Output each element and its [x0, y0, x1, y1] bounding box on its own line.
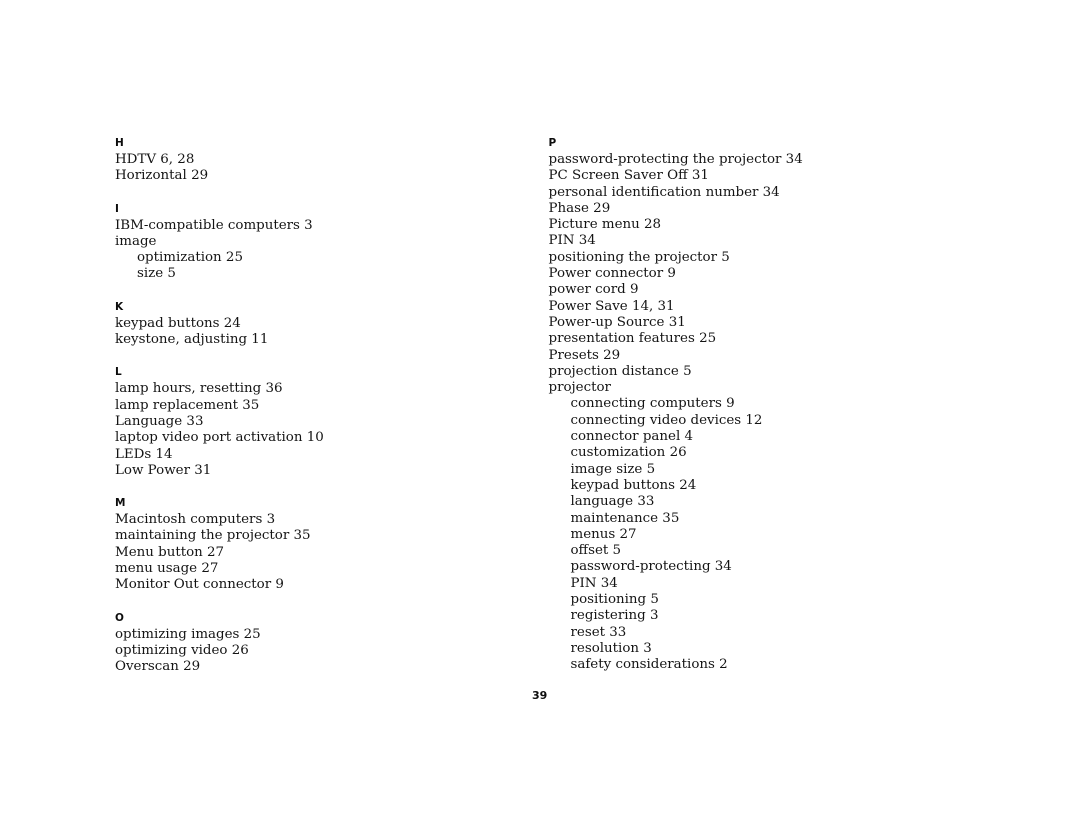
index-entry: Picture menu 28	[548, 217, 662, 233]
index-entry: laptop video port activation 10	[115, 430, 324, 446]
index-subentry: connecting computers 9	[570, 396, 735, 412]
letter-group-m: M Macintosh computers 3 maintaining the pr…	[115, 496, 542, 593]
index-entry: IBM-compatible computers 3	[115, 217, 313, 233]
index-entry: personal identification number 34	[548, 184, 780, 200]
index-subentry: resolution 3	[570, 640, 652, 656]
index-subentry: registering 3	[570, 608, 659, 624]
index-subentry: offset 5	[570, 543, 622, 559]
index-subentry: menus 27	[570, 526, 637, 542]
letter-group-k: Kkeypad buttons 24 keystone, adjusting 11	[115, 300, 542, 349]
index-entry: menu usage 27	[115, 561, 219, 577]
index-entry: image	[115, 233, 157, 249]
index-entry: Language 33	[115, 413, 204, 429]
index-entry: Power connector 9	[548, 266, 676, 282]
index-subentry: optimization 25	[137, 250, 243, 266]
letter-heading: O	[115, 611, 125, 624]
letter-heading: K	[115, 300, 124, 313]
letter-heading: M	[115, 497, 126, 510]
index-entry: projector	[548, 380, 611, 396]
index-subentry: image size 5	[570, 461, 656, 477]
index-subentry: keypad buttons 24	[570, 477, 697, 493]
letter-heading: H	[115, 137, 124, 149]
index-entry: Low Power 31	[115, 462, 212, 478]
index-entry: keypad buttons 24	[115, 315, 241, 331]
index-subentry: safety considerations 2	[570, 657, 728, 673]
index-entry: keystone, adjusting 11	[115, 332, 269, 348]
index-subentry: connector panel 4	[570, 429, 694, 445]
index-entry: LEDs 14	[115, 446, 173, 462]
index-subentry: connecting video devices 12	[570, 412, 763, 428]
index-entry: optimizing video 26	[115, 642, 249, 658]
page-number: 39	[532, 689, 548, 702]
index-entry: HDTV 6, 28	[115, 152, 195, 167]
letter-group-o: Ooptimizing images 25 optimizing video 26…	[115, 611, 542, 676]
index-entry: Power-up Source 31	[548, 314, 686, 330]
letter-heading: L	[115, 366, 122, 379]
index-entry: Presets 29	[548, 347, 621, 363]
index-entry: PIN 34	[548, 233, 596, 249]
index-entry: Power Save 14, 31	[548, 298, 675, 314]
index-entry: lamp hours, resetting 36	[115, 381, 283, 397]
index-page: H HDTV 6, 28 Horizontal 29 I IBM-compatible …	[0, 0, 1080, 834]
index-subentry: language 33	[570, 494, 655, 510]
index-entry: power cord 9	[548, 282, 639, 298]
index-subentry: size 5	[137, 266, 176, 282]
letter-group-p: Ppassword-protecting the projector 34 PC …	[549, 136, 976, 674]
index-column-right: Ppassword-protecting the projector 34 PC …	[549, 136, 976, 674]
index-entry: Overscan 29	[115, 659, 201, 675]
index-subentry: reset 33	[570, 624, 627, 640]
index-subentry: password-protecting 34	[570, 559, 732, 575]
index-subentry: positioning 5	[570, 592, 659, 608]
index-subentry: maintenance 35	[570, 510, 680, 526]
letter-heading: P	[548, 137, 557, 149]
index-entry: maintaining the projector 35	[115, 528, 311, 544]
letter-heading: I	[115, 202, 120, 215]
letter-group-h: H HDTV 6, 28 Horizontal 29	[115, 136, 542, 185]
index-entry: password-protecting the projector 34	[548, 152, 803, 167]
letter-group-i: I IBM-compatible computers 3 image optimiza…	[115, 202, 542, 283]
index-column-left: H HDTV 6, 28 Horizontal 29 I IBM-compatible …	[115, 136, 542, 676]
index-entry: Menu button 27	[115, 544, 225, 560]
index-entry: Phase 29	[548, 200, 611, 216]
index-subentry: PIN 34	[570, 575, 618, 591]
index-entry: optimizing images 25	[115, 626, 261, 642]
index-entry: positioning the projector 5	[548, 249, 730, 265]
index-subentry: customization 26	[570, 445, 687, 461]
index-entry: Macintosh computers 3	[115, 512, 276, 528]
index-entry: PC Screen Saver Off 31	[548, 168, 709, 184]
index-entry: presentation features 25	[548, 331, 717, 347]
index-entry: Horizontal 29	[115, 168, 209, 184]
index-entry: lamp replacement 35	[115, 397, 260, 413]
index-entry: projection distance 5	[548, 363, 692, 379]
letter-group-l: Llamp hours, resetting 36 lamp replacemen…	[115, 365, 542, 479]
index-entry: Monitor Out connector 9	[115, 577, 284, 593]
index-columns: H HDTV 6, 28 Horizontal 29 I IBM-compatible …	[115, 136, 975, 676]
